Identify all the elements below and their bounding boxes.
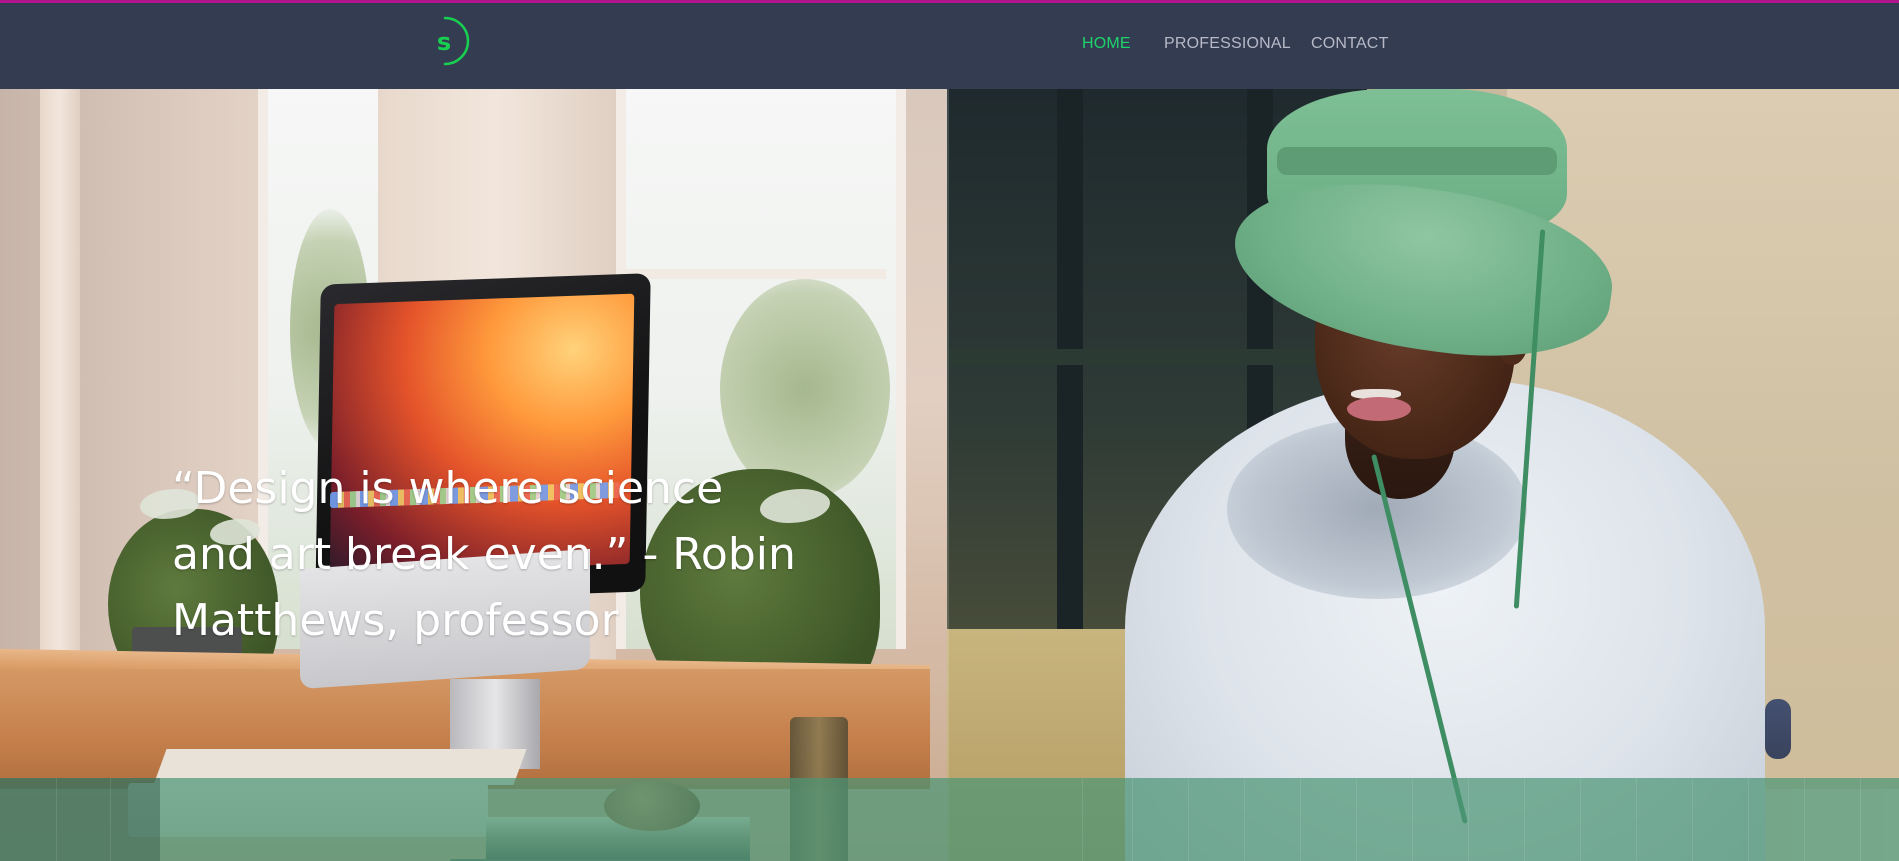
- site-logo[interactable]: s: [431, 15, 471, 67]
- hero-quote: “Design is where science and art break e…: [172, 463, 796, 646]
- overlay-shade: [0, 778, 160, 861]
- logo-letter: s: [436, 28, 452, 56]
- hero-section: “Design is where science and art break e…: [0, 89, 1899, 861]
- nav-professional[interactable]: PROFESSIONAL: [1164, 35, 1291, 53]
- portrait-image: [947, 89, 1899, 861]
- bottom-overlay-strip: [0, 778, 1899, 861]
- nav-contact[interactable]: CONTACT: [1311, 35, 1389, 53]
- site-header: s HOME PROFESSIONAL CONTACT: [0, 3, 1899, 89]
- nav-home[interactable]: HOME: [1082, 35, 1131, 53]
- office-desk-image: “Design is where science and art break e…: [0, 89, 947, 861]
- panel-divider: [947, 89, 949, 861]
